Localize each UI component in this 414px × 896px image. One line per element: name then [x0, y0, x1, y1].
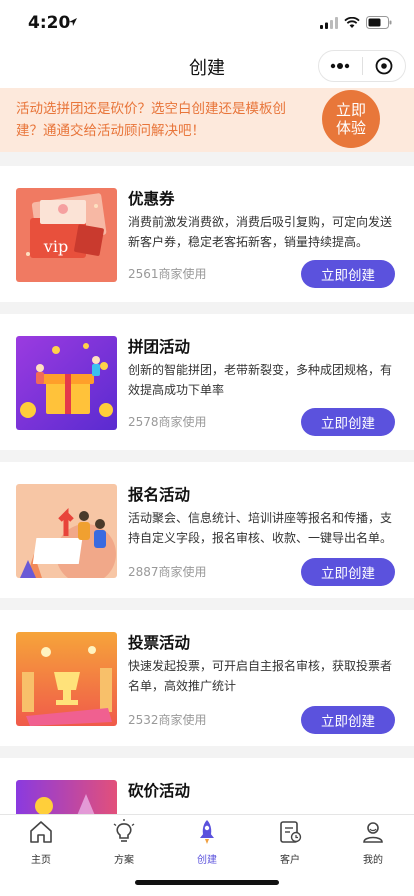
tab-label: 创建: [197, 855, 217, 866]
card-description: 创新的智能拼团，老带新裂变，多种成团规格，有效提高成功下单率: [128, 363, 393, 397]
card-description: 活动聚会、信息统计、培训讲座等报名和传播，支持自定义字段，报名审核、收款、一键导…: [128, 511, 393, 545]
rocket-icon: [200, 820, 214, 844]
home-icon: [30, 821, 52, 843]
tab-label: 客户: [280, 855, 300, 866]
tab-solutions[interactable]: 方案: [94, 819, 154, 866]
wifi-icon: [344, 16, 360, 28]
card-usage-count: 2532商家使用: [128, 713, 207, 727]
card-title: 优惠券: [128, 190, 175, 208]
activity-card-registration: 报名活动 活动聚会、信息统计、培训讲座等报名和传播，支持自定义字段，报名审核、收…: [0, 462, 414, 598]
thumb-vip-text: vip: [43, 237, 68, 256]
tab-label: 主页: [31, 855, 51, 866]
tab-customers[interactable]: 客户: [260, 819, 320, 866]
mini-program-capsule: [318, 50, 406, 82]
voting-thumbnail: [16, 632, 117, 726]
activity-card-group-buy: 拼团活动 创新的智能拼团，老带新裂变，多种成团规格，有效提高成功下单率 2578…: [0, 314, 414, 450]
location-arrow-icon: [69, 18, 77, 26]
battery-icon: [366, 16, 392, 29]
navigation-bar: 创建: [0, 44, 414, 88]
try-now-button[interactable]: 立即体验: [322, 90, 380, 148]
activity-card-bargain: 砍价活动: [0, 758, 414, 818]
activity-card-coupon: vip 优惠券 消费前激发消费欲，消费后吸引复购，可定向发送新客户券，稳定老客拓…: [0, 166, 414, 302]
card-title: 投票活动: [128, 634, 191, 652]
card-description: 消费前激发消费欲，消费后吸引复购，可定向发送新客户券，稳定老客拓新客，销量持续提…: [128, 215, 393, 249]
registration-thumbnail: [16, 484, 117, 578]
card-description: 快速发起投票，可开启自主报名审核，获取投票者名单，高效推广统计: [128, 659, 393, 693]
create-coupon-button[interactable]: 立即创建: [301, 260, 395, 288]
group-buy-thumbnail: [16, 336, 117, 430]
activity-card-voting: 投票活动 快速发起投票，可开启自主报名审核，获取投票者名单，高效推广统计 253…: [0, 610, 414, 746]
card-usage-count: 2578商家使用: [128, 415, 207, 429]
customer-icon: [280, 821, 302, 843]
tab-label: 方案: [114, 855, 134, 866]
card-usage-count: 2561商家使用: [128, 267, 207, 281]
create-voting-button[interactable]: 立即创建: [301, 706, 395, 734]
profile-icon: [363, 822, 383, 843]
card-title: 报名活动: [128, 486, 191, 504]
coupon-thumbnail: vip: [16, 188, 117, 282]
card-title: 拼团活动: [128, 338, 191, 356]
home-indicator: [135, 880, 279, 885]
more-dots-icon: [331, 63, 350, 69]
close-mini-program-button[interactable]: [362, 50, 405, 82]
bargain-thumbnail: [16, 780, 117, 818]
target-close-icon: [375, 57, 393, 75]
tab-profile[interactable]: 我的: [343, 819, 403, 866]
tab-create[interactable]: 创建: [177, 819, 237, 866]
create-group-buy-button[interactable]: 立即创建: [301, 408, 395, 436]
more-button[interactable]: [319, 50, 362, 82]
status-time: 4:20: [28, 13, 71, 33]
status-indicators: [320, 16, 392, 29]
banner-text: 活动选拼团还是砍价？选空白创建还是模板创建？通通交给活动顾问解决吧！: [16, 101, 286, 139]
tab-home[interactable]: 主页: [11, 819, 71, 866]
card-title: 砍价活动: [128, 782, 191, 800]
signal-icon: [320, 16, 338, 29]
lightbulb-icon: [113, 819, 135, 842]
card-usage-count: 2887商家使用: [128, 565, 207, 579]
tab-label: 我的: [363, 855, 383, 866]
create-registration-button[interactable]: 立即创建: [301, 558, 395, 586]
status-bar: 4:20: [0, 0, 414, 44]
